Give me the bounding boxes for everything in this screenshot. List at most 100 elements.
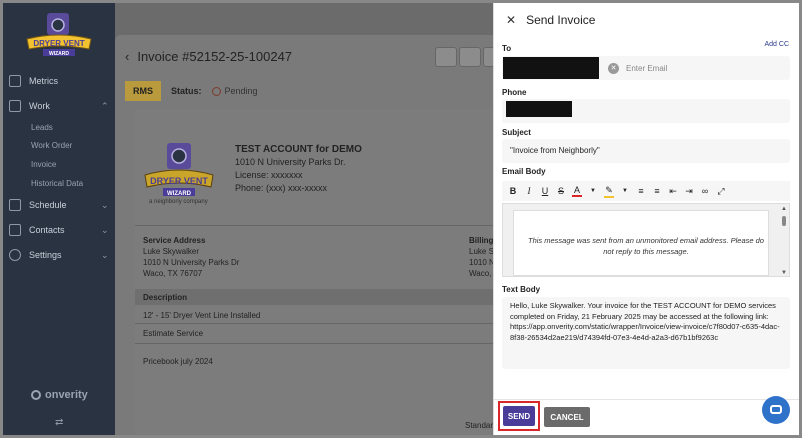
send-invoice-drawer: ✕ Send Invoice To Add CC ✕ Enter Email P… [493,3,800,435]
indent-icon[interactable]: ⇥ [684,186,694,197]
gear-icon [9,249,21,261]
logo-tagline: a neighborly company [149,199,208,205]
email-input[interactable]: Enter Email [626,64,667,73]
scroll-thumb[interactable] [782,216,786,226]
redacted-phone [506,101,572,117]
email-body-label: Email Body [502,167,546,176]
send-button[interactable]: SEND [503,406,535,426]
sidebar-item-label: Contacts [29,225,65,235]
svg-text:WIZARD: WIZARD [49,51,69,57]
remove-recipient-icon[interactable]: ✕ [608,63,619,74]
onverity-brand: onverity [31,389,88,401]
numbered-list-icon[interactable]: ≡ [652,186,662,196]
dryer-vent-wizard-logo: DRYER VENT WIZARD [26,13,92,57]
strikethrough-icon[interactable]: S [556,186,566,196]
onverity-logo-icon [31,390,41,400]
divider [135,225,495,226]
chevron-down-icon: ⌄ [101,249,109,260]
sidebar: DRYER VENT WIZARD Metrics Work ⌃ Leads W… [0,0,115,438]
svg-text:WIZARD: WIZARD [167,191,192,197]
line-item: Pricebook july 2024 [143,357,213,366]
cancel-button[interactable]: CANCEL [544,407,590,427]
line-item: 12' - 15' Dryer Vent Line Installed [143,311,261,320]
print-button[interactable] [459,47,481,67]
close-icon[interactable]: ✕ [506,13,516,27]
send-highlight: SEND [498,401,540,431]
svg-text:DRYER VENT: DRYER VENT [150,176,208,186]
swap-icon[interactable]: ⇄ [55,417,63,428]
bold-icon[interactable]: B [508,186,518,196]
sidebar-subitem-leads[interactable]: Leads [31,123,53,132]
sidebar-item-schedule[interactable]: Schedule ⌄ [9,199,109,211]
subject-label: Subject [502,128,531,137]
sidebar-item-work[interactable]: Work ⌃ [9,100,109,112]
rms-badge: RMS [125,81,161,101]
scroll-down-icon[interactable]: ▼ [781,270,787,276]
underline-icon[interactable]: U [540,186,550,196]
chevron-up-icon: ⌃ [101,100,109,111]
text-body-field[interactable]: Hello, Luke Skywalker. Your invoice for … [502,297,790,369]
chevron-down-icon: ⌄ [101,224,109,235]
document-button[interactable] [435,47,457,67]
status-row: RMS Status: Pending [125,81,258,101]
drawer-title: Send Invoice [526,13,596,27]
sidebar-item-settings[interactable]: Settings ⌄ [9,249,109,261]
text-body-label: Text Body [502,285,541,294]
sidebar-item-label: Work [29,101,50,111]
clock-icon [211,86,221,96]
description-header: Description [135,289,495,305]
sidebar-subitem-work-order[interactable]: Work Order [31,141,72,150]
italic-icon[interactable]: I [524,186,534,196]
calendar-icon [9,199,21,211]
phone-label: Phone [502,88,527,97]
divider [135,323,495,324]
service-address: Service Address Luke Skywalker 1010 N Un… [143,236,240,278]
contacts-icon [9,224,21,236]
scroll-up-icon[interactable]: ▲ [781,206,787,212]
sidebar-item-label: Settings [29,250,62,260]
subject-field[interactable]: "Invoice from Neighborly" [502,139,790,163]
email-body-message: This message was sent from an unmonitore… [528,236,764,256]
line-item: Estimate Service [143,329,204,338]
invoice-document: DRYER VENT WIZARD a neighborly company T… [135,109,515,438]
bullet-list-icon[interactable]: ≡ [636,186,646,196]
sidebar-item-metrics[interactable]: Metrics [9,75,58,87]
svg-text:DRYER VENT: DRYER VENT [33,39,84,48]
email-body-editor[interactable]: This message was sent from an unmonitore… [502,203,790,277]
to-label: To [502,44,512,53]
sidebar-item-label: Schedule [29,200,67,210]
to-email-field[interactable]: ✕ Enter Email [502,56,790,80]
status-label: Status: [171,86,202,96]
drawer-header: ✕ Send Invoice [506,13,595,27]
back-chevron-icon[interactable]: ‹ [125,49,129,64]
chevron-down-icon[interactable]: ▼ [620,188,630,194]
highlight-icon[interactable]: ✎ [604,185,614,198]
font-color-icon[interactable]: A [572,185,582,197]
subject-value: "Invoice from Neighborly" [510,146,600,155]
footer-label: Standar [465,421,494,430]
phone-field[interactable] [502,99,790,123]
invoice-title: Invoice #52152-25-100247 [137,49,293,64]
chart-icon [9,75,21,87]
chevron-down-icon: ⌄ [101,199,109,210]
divider [494,399,800,400]
chevron-down-icon[interactable]: ▼ [588,188,598,194]
divider [135,343,495,344]
sidebar-subitem-invoice[interactable]: Invoice [31,160,56,169]
outdent-icon[interactable]: ⇤ [668,186,678,197]
sidebar-subitem-historical-data[interactable]: Historical Data [31,179,83,188]
editor-toolbar: B I U S A ▼ ✎ ▼ ≡ ≡ ⇤ ⇥ ∞ ⤢ [502,181,790,201]
status-badge: Pending [211,86,258,96]
sidebar-item-contacts[interactable]: Contacts ⌄ [9,224,109,236]
add-cc-link[interactable]: Add CC [764,41,789,48]
billing-address: Billing Luke S 1010 N Waco, [469,236,495,278]
account-info: TEST ACCOUNT for DEMO 1010 N University … [235,144,362,193]
redacted-email [503,57,599,79]
email-preview: This message was sent from an unmonitore… [513,210,769,276]
invoice-header: ‹ Invoice #52152-25-100247 [125,49,292,64]
chat-icon[interactable] [762,396,790,424]
link-icon[interactable]: ∞ [700,186,710,196]
sidebar-item-label: Metrics [29,76,58,86]
fullscreen-icon[interactable]: ⤢ [716,186,726,197]
grid-icon [9,100,21,112]
